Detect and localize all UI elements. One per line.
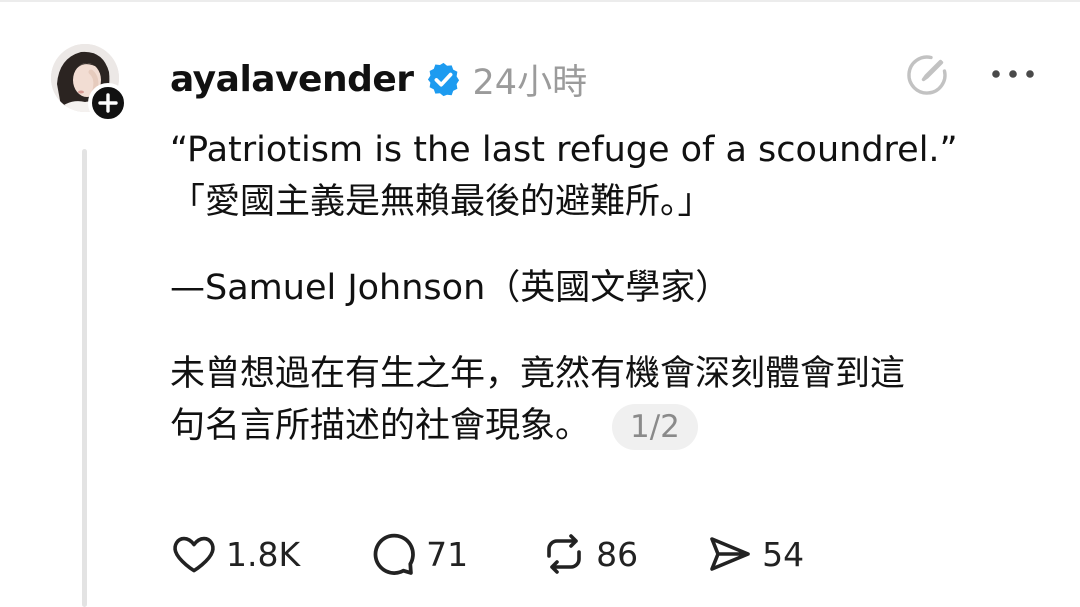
reply-button[interactable]: 71 — [368, 529, 468, 579]
share-button[interactable]: 54 — [706, 530, 804, 578]
top-divider — [0, 0, 1080, 2]
follow-button[interactable] — [88, 83, 128, 123]
post-body-line-1: 未曾想過在有生之年，竟然有機會深刻體會到這 — [170, 354, 906, 394]
heart-icon — [173, 536, 215, 573]
quote-english: “Patriotism is the last refuge of a scou… — [170, 130, 958, 170]
page-counter-badge[interactable]: 1/2 — [612, 404, 698, 450]
like-button[interactable]: 1.8K — [170, 530, 300, 578]
plus-icon — [98, 93, 118, 113]
verified-badge-icon — [427, 62, 459, 96]
quote-attribution: —Samuel Johnson（英國文學家） — [170, 268, 731, 308]
post-content: “Patriotism is the last refuge of a scou… — [170, 124, 1030, 452]
reply-count: 71 — [426, 534, 469, 574]
thread-line — [82, 149, 87, 607]
repost-icon — [547, 534, 581, 574]
avatar-container[interactable] — [51, 44, 128, 123]
timestamp: 24小時 — [472, 62, 588, 103]
action-bar: 1.8K 71 86 54 — [170, 526, 804, 582]
comment-icon — [373, 533, 415, 575]
edit-icon[interactable] — [904, 52, 950, 98]
post-body-line-2-text: 句名言所描述的社會現象。 — [170, 406, 591, 446]
share-count: 54 — [762, 534, 805, 574]
repost-button[interactable]: 86 — [540, 530, 638, 578]
post-header: ayalavender 24小時 — [170, 54, 587, 104]
more-icon[interactable] — [989, 62, 1037, 86]
post-body-line-2: 句名言所描述的社會現象。 1/2 — [170, 400, 1030, 452]
repost-count: 86 — [596, 534, 639, 574]
quote-chinese: 「愛國主義是無賴最後的避難所。」 — [170, 182, 713, 222]
username[interactable]: ayalavender — [170, 59, 414, 100]
like-count: 1.8K — [226, 534, 301, 574]
send-icon — [710, 537, 750, 571]
